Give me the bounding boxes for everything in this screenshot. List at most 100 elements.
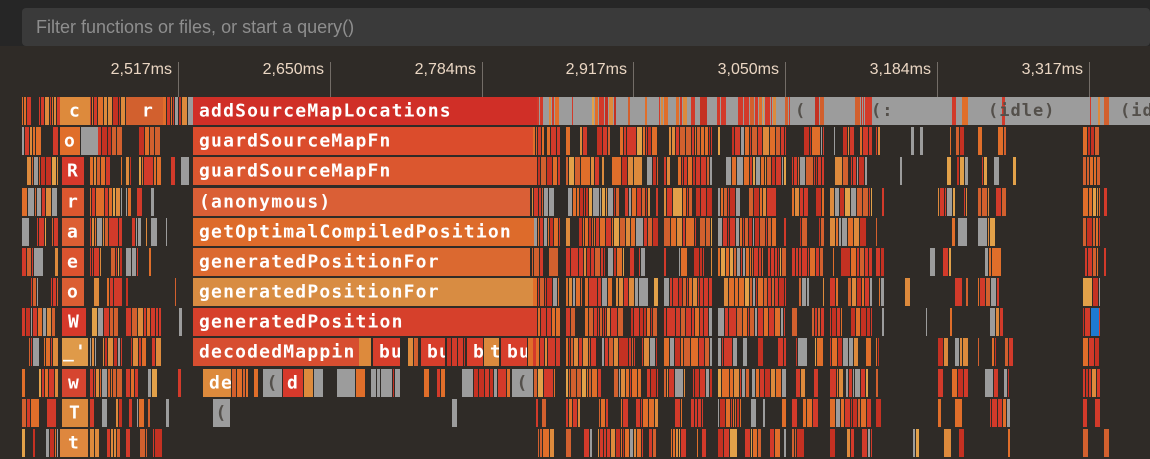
noise-bar[interactable] (539, 188, 541, 216)
noise-bar[interactable] (667, 188, 672, 216)
noise-bar[interactable] (966, 188, 967, 216)
noise-bar[interactable] (95, 429, 99, 457)
noise-bar[interactable] (673, 429, 675, 457)
noise-bar[interactable] (745, 127, 749, 155)
noise-bar[interactable] (832, 338, 837, 366)
noise-bar[interactable] (580, 188, 583, 216)
noise-bar[interactable] (540, 97, 543, 125)
noise-bar[interactable] (97, 157, 100, 185)
noise-bar[interactable] (664, 157, 666, 185)
noise-bar[interactable] (842, 218, 847, 246)
noise-bar[interactable] (955, 338, 959, 366)
noise-bar[interactable] (42, 369, 44, 397)
noise-bar[interactable] (718, 308, 724, 336)
noise-bar[interactable] (589, 308, 593, 336)
noise-bar[interactable] (602, 338, 604, 366)
noise-bar[interactable] (798, 338, 807, 366)
noise-bar[interactable] (621, 399, 622, 427)
noise-bar[interactable] (804, 188, 808, 216)
flame-frame[interactable]: generatedPositionFor (193, 248, 530, 276)
noise-bar[interactable] (689, 278, 692, 306)
noise-bar[interactable] (582, 369, 586, 397)
noise-bar[interactable] (801, 369, 805, 397)
noise-bar[interactable] (808, 248, 809, 276)
noise-bar[interactable] (709, 308, 712, 336)
noise-bar[interactable] (109, 218, 118, 246)
flame-segment[interactable] (462, 369, 473, 397)
noise-bar[interactable] (743, 338, 747, 366)
noise-bar[interactable] (583, 338, 588, 366)
noise-bar[interactable] (607, 429, 610, 457)
noise-bar[interactable] (107, 429, 110, 457)
noise-bar[interactable] (782, 399, 786, 427)
noise-bar[interactable] (126, 369, 130, 397)
noise-bar[interactable] (628, 157, 633, 185)
noise-bar[interactable] (683, 97, 687, 125)
noise-bar[interactable] (784, 429, 786, 457)
noise-bar[interactable] (647, 369, 650, 397)
noise-bar[interactable] (736, 188, 740, 216)
noise-bar[interactable] (147, 308, 150, 336)
noise-bar[interactable] (990, 399, 991, 427)
noise-bar[interactable] (139, 157, 141, 185)
noise-bar[interactable] (574, 338, 578, 366)
noise-bar[interactable] (669, 369, 674, 397)
noise-bar[interactable] (799, 278, 801, 306)
noise-bar[interactable] (625, 188, 628, 216)
noise-bar[interactable] (148, 399, 150, 427)
noise-bar[interactable] (634, 157, 642, 185)
flame-frame[interactable]: generatedPosition (193, 308, 537, 336)
noise-bar[interactable] (718, 338, 721, 366)
noise-bar[interactable] (681, 399, 682, 427)
noise-bar[interactable] (735, 127, 740, 155)
noise-bar[interactable] (952, 97, 956, 125)
noise-bar[interactable] (847, 429, 850, 457)
noise-bar[interactable] (566, 127, 570, 155)
noise-bar[interactable] (863, 97, 864, 125)
noise-bar[interactable] (182, 97, 187, 125)
noise-bar[interactable] (763, 97, 764, 125)
noise-bar[interactable] (821, 218, 824, 246)
noise-bar[interactable] (36, 127, 41, 155)
noise-bar[interactable] (671, 218, 676, 246)
noise-bar[interactable] (485, 369, 489, 397)
noise-bar[interactable] (1008, 429, 1010, 457)
noise-bar[interactable] (22, 429, 25, 457)
flame-frame[interactable]: r (62, 188, 84, 216)
noise-bar[interactable] (592, 218, 593, 246)
noise-bar[interactable] (437, 369, 440, 397)
noise-bar[interactable] (998, 127, 1003, 155)
noise-bar[interactable] (718, 429, 723, 457)
noise-bar[interactable] (1083, 157, 1086, 185)
noise-bar[interactable] (542, 399, 546, 427)
noise-bar[interactable] (723, 218, 727, 246)
noise-bar[interactable] (595, 248, 600, 276)
noise-bar[interactable] (807, 278, 809, 306)
noise-bar[interactable] (680, 127, 685, 155)
noise-bar[interactable] (1093, 248, 1096, 276)
noise-bar[interactable] (1085, 308, 1090, 336)
noise-bar[interactable] (730, 248, 733, 276)
flame-frame[interactable]: b (467, 338, 483, 366)
noise-bar[interactable] (31, 278, 32, 306)
noise-bar[interactable] (711, 218, 712, 246)
noise-bar[interactable] (753, 429, 757, 457)
noise-bar[interactable] (494, 369, 497, 397)
noise-bar[interactable] (839, 369, 843, 397)
noise-bar[interactable] (595, 97, 598, 125)
noise-bar[interactable] (860, 218, 866, 246)
noise-bar[interactable] (606, 188, 607, 216)
noise-bar[interactable] (749, 188, 753, 216)
noise-bar[interactable] (853, 399, 857, 427)
noise-bar[interactable] (598, 278, 601, 306)
noise-bar[interactable] (1095, 338, 1099, 366)
noise-bar[interactable] (900, 157, 902, 185)
noise-bar[interactable] (772, 218, 776, 246)
noise-bar[interactable] (30, 127, 32, 155)
noise-bar[interactable] (768, 248, 770, 276)
noise-bar[interactable] (851, 399, 852, 427)
noise-bar[interactable] (591, 338, 596, 366)
noise-bar[interactable] (175, 278, 176, 306)
noise-bar[interactable] (739, 278, 744, 306)
noise-bar[interactable] (536, 338, 539, 366)
